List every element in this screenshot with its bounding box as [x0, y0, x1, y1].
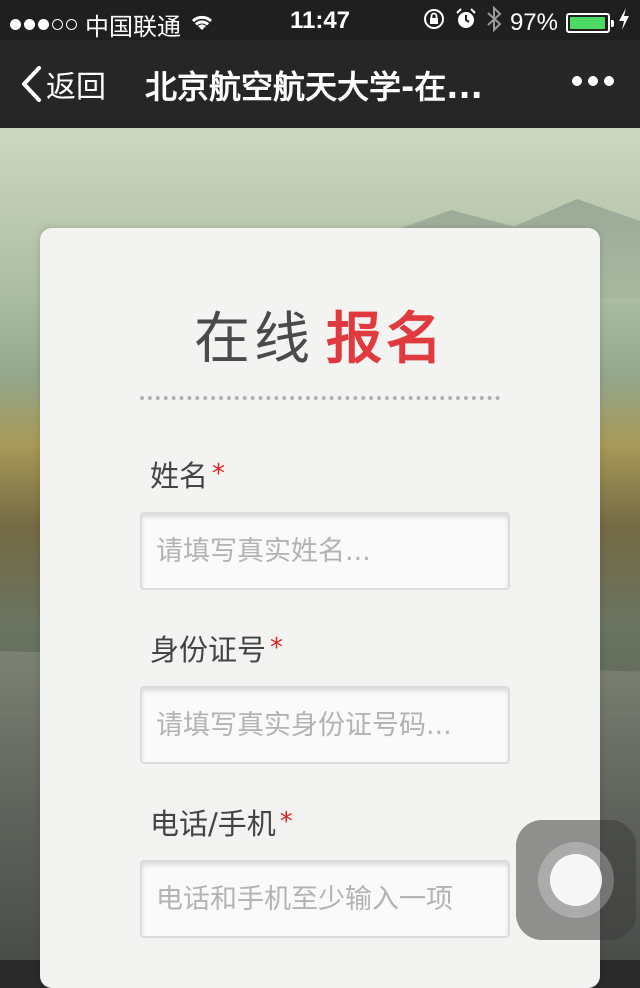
more-options-icon[interactable] [572, 76, 614, 86]
bluetooth-icon [486, 5, 502, 39]
orientation-lock-icon [422, 7, 446, 38]
form-heading: 在线 报名 [40, 294, 600, 375]
charging-icon [618, 8, 630, 37]
heading-accent: 报名 [326, 307, 446, 372]
id-number-input[interactable] [140, 686, 510, 764]
phone-input[interactable] [140, 860, 510, 938]
name-input[interactable] [140, 512, 510, 590]
back-button[interactable]: 返回 [18, 62, 106, 106]
battery-percent: 97% [509, 8, 558, 36]
assistive-touch-button[interactable] [516, 820, 636, 940]
navigation-bar: 返回 北京航空航天大学-在... [0, 40, 640, 128]
id-label-text: 身份证号 [150, 633, 267, 667]
required-mark: * [212, 459, 226, 489]
phone-label-text: 电话/手机 [150, 807, 276, 841]
field-label-phone: 电话/手机 * [150, 801, 293, 843]
chevron-left-icon [22, 66, 41, 102]
battery-icon [566, 12, 614, 33]
back-label: 返回 [46, 70, 106, 105]
page-title: 北京航空航天大学-在... [145, 68, 483, 106]
required-mark: * [270, 633, 284, 663]
field-label-name: 姓名 * [150, 453, 225, 495]
name-label-text: 姓名 [150, 459, 209, 493]
alarm-icon [454, 7, 478, 38]
heading-divider [140, 396, 500, 400]
status-bar: 中国联通 11:47 97% [0, 0, 640, 41]
required-mark: * [279, 807, 293, 837]
assistive-touch-icon [538, 842, 614, 918]
status-right: 97% [422, 5, 630, 39]
field-label-id: 身份证号 * [150, 627, 283, 669]
heading-plain: 在线 [194, 307, 314, 372]
